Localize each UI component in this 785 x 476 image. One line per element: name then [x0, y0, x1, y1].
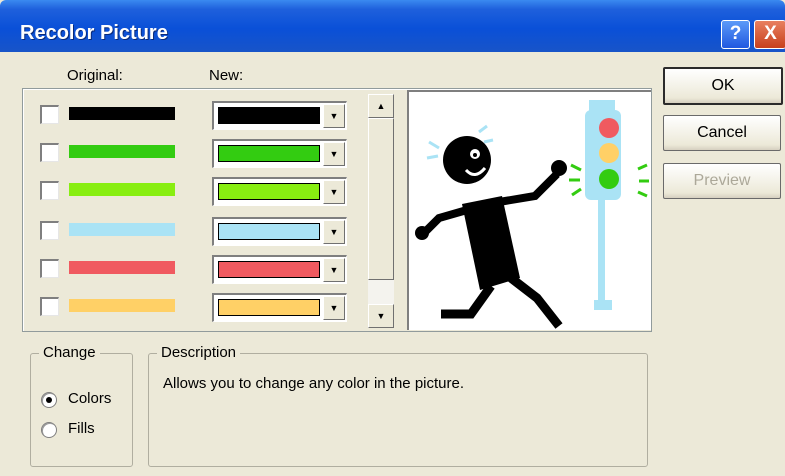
color-list-scrollbar[interactable]: ▲ ▼ [368, 94, 394, 328]
new-color-swatch [218, 183, 320, 200]
new-color-dropdown[interactable]: ▼ [212, 101, 347, 130]
row-checkbox[interactable] [40, 221, 59, 240]
original-color-swatch [69, 261, 175, 274]
description-text: Allows you to change any color in the pi… [163, 375, 465, 392]
description-group: Description Allows you to change any col… [148, 344, 648, 467]
title-bar[interactable]: Recolor Picture ? X [0, 0, 785, 52]
new-color-dropdown[interactable]: ▼ [212, 255, 347, 284]
picture-preview [407, 90, 651, 330]
radio-selected-dot [46, 397, 52, 403]
new-color-swatch [218, 261, 320, 278]
original-color-swatch [69, 223, 175, 236]
colors-radio[interactable] [41, 392, 57, 408]
scroll-up-icon[interactable]: ▲ [368, 94, 394, 118]
new-column-label: New: [209, 67, 244, 84]
dropdown-arrow-icon[interactable]: ▼ [323, 258, 345, 282]
original-color-swatch [69, 299, 175, 312]
change-group-title: Change [39, 344, 100, 361]
color-row: ▼ [40, 217, 370, 246]
description-group-title: Description [157, 344, 241, 361]
cancel-button[interactable]: Cancel [663, 115, 781, 151]
original-color-swatch [69, 183, 175, 196]
row-checkbox[interactable] [40, 181, 59, 200]
row-checkbox[interactable] [40, 259, 59, 278]
dropdown-arrow-icon[interactable]: ▼ [323, 104, 345, 128]
ok-button[interactable]: OK [663, 67, 783, 105]
preview-button[interactable]: Preview [663, 163, 781, 199]
help-button[interactable]: ? [721, 20, 750, 49]
scroll-thumb[interactable] [368, 118, 394, 280]
new-color-swatch [218, 107, 320, 124]
color-row: ▼ [40, 255, 370, 284]
row-checkbox[interactable] [40, 143, 59, 162]
change-group: Change Colors Fills [30, 344, 133, 467]
fills-radio[interactable] [41, 422, 57, 438]
original-color-swatch [69, 145, 175, 158]
original-column-label: Original: [67, 67, 123, 84]
color-row: ▼ [40, 139, 370, 168]
new-color-swatch [218, 223, 320, 240]
dropdown-arrow-icon[interactable]: ▼ [323, 220, 345, 244]
row-checkbox[interactable] [40, 297, 59, 316]
new-color-dropdown[interactable]: ▼ [212, 217, 347, 246]
new-color-dropdown[interactable]: ▼ [212, 177, 347, 206]
clipart-running-man-traffic-light-icon [415, 100, 649, 329]
new-color-swatch [218, 145, 320, 162]
close-button[interactable]: X [754, 20, 785, 49]
color-row: ▼ [40, 293, 370, 322]
new-color-swatch [218, 299, 320, 316]
dropdown-arrow-icon[interactable]: ▼ [323, 142, 345, 166]
dropdown-arrow-icon[interactable]: ▼ [323, 180, 345, 204]
original-color-swatch [69, 107, 175, 120]
colors-radio-label[interactable]: Colors [68, 390, 111, 407]
new-color-dropdown[interactable]: ▼ [212, 139, 347, 168]
fills-radio-label[interactable]: Fills [68, 420, 95, 437]
new-color-dropdown[interactable]: ▼ [212, 293, 347, 322]
dialog-title: Recolor Picture [20, 22, 168, 44]
color-row: ▼ [40, 101, 370, 130]
row-checkbox[interactable] [40, 105, 59, 124]
dropdown-arrow-icon[interactable]: ▼ [323, 296, 345, 320]
scroll-down-icon[interactable]: ▼ [368, 304, 394, 328]
color-row: ▼ [40, 177, 370, 206]
